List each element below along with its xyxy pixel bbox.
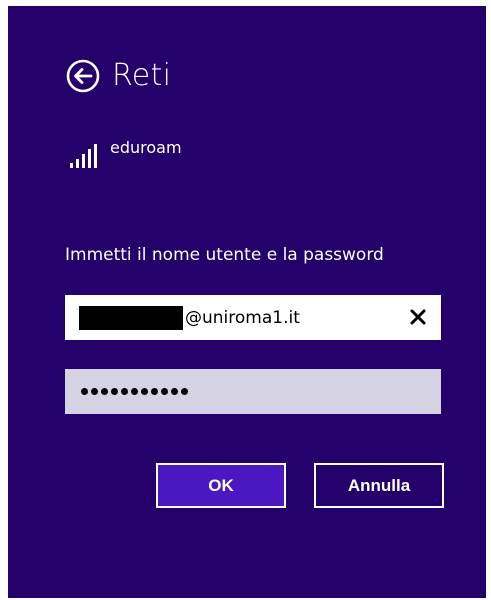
password-dot — [111, 388, 118, 395]
back-arrow-icon[interactable] — [66, 59, 100, 93]
page-title: Reti — [112, 58, 172, 93]
password-dot — [131, 388, 138, 395]
cancel-button[interactable]: Annulla — [314, 463, 444, 508]
panel-header: Reti — [66, 59, 171, 93]
password-field[interactable] — [65, 369, 441, 414]
password-dot — [81, 388, 88, 395]
wifi-signal-icon — [70, 144, 97, 168]
password-dot — [161, 388, 168, 395]
close-icon[interactable] — [405, 304, 431, 330]
password-mask — [81, 388, 191, 395]
network-login-panel: Reti eduroam Immetti il nome utente e la… — [8, 6, 486, 598]
username-field[interactable]: @uniroma1.it — [65, 295, 441, 340]
password-dot — [101, 388, 108, 395]
network-name: eduroam — [110, 138, 182, 157]
password-dot — [151, 388, 158, 395]
password-dot — [171, 388, 178, 395]
password-dot — [141, 388, 148, 395]
password-dot — [121, 388, 128, 395]
password-dot — [181, 388, 188, 395]
username-domain-text: @uniroma1.it — [185, 307, 300, 328]
network-entry: eduroam — [70, 138, 182, 168]
ok-button[interactable]: OK — [156, 463, 286, 508]
redacted-username — [79, 305, 183, 330]
password-dot — [91, 388, 98, 395]
credentials-prompt: Immetti il nome utente e la password — [65, 245, 384, 265]
